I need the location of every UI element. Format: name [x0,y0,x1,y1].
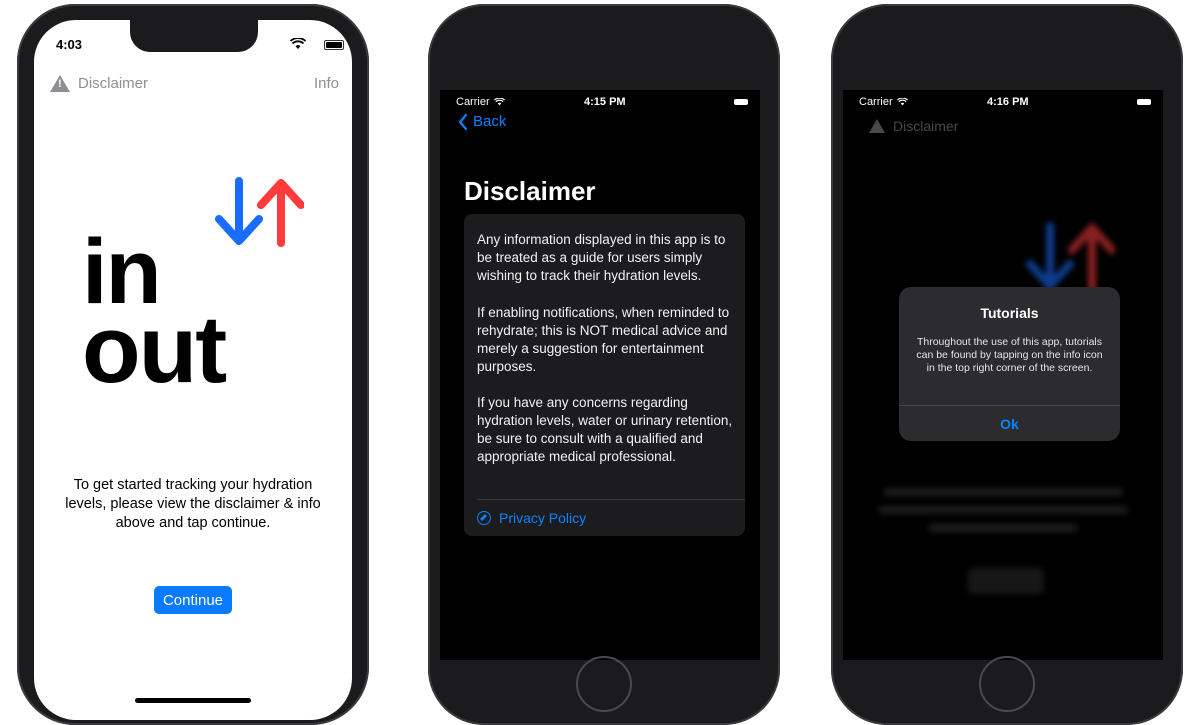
blurred-text-line [928,524,1078,532]
continue-button[interactable]: Continue [154,586,232,614]
home-button[interactable] [576,656,632,712]
divider [477,499,745,500]
page-title: Disclaimer [464,176,596,206]
info-nav-button[interactable]: Info [314,75,339,92]
down-arrow-icon [215,177,263,245]
status-time: 4:03 [56,37,83,52]
ok-button[interactable]: Ok [899,406,1120,441]
logo-arrows [1026,222,1115,292]
privacy-policy-link[interactable]: Privacy Policy [477,510,586,526]
alert-message: Throughout the use of this app, tutorial… [916,336,1103,374]
carrier-label: Carrier [456,96,490,108]
compass-icon [477,511,491,525]
chevron-left-icon [458,113,468,130]
logo-word-out: out [82,296,227,403]
home-button[interactable] [979,656,1035,712]
phone-screen-2: Carrier 4:15 PM Back Disclaimer Any info… [440,90,760,660]
wifi-icon [289,37,307,53]
wifi-icon [493,98,505,106]
warning-icon: ! [50,75,70,92]
carrier-indicator: Carrier [456,96,505,108]
tutorials-alert: Tutorials Throughout the use of this app… [899,287,1120,441]
battery-icon [324,40,344,50]
phone-screen-3: Carrier 4:16 PM Disclaimer Tutorials Thr… [843,90,1163,660]
disclaimer-nav-button[interactable]: ! Disclaimer [50,75,148,92]
back-label: Back [473,113,507,130]
notch [130,20,258,52]
disclaimer-nav-label: Disclaimer [78,75,149,92]
up-arrow-icon [257,179,304,247]
alert-title: Tutorials [980,305,1039,321]
blurred-text-line [883,488,1123,496]
phone-screen-1: 4:03 ! Disclaimer Info in out To get sta… [34,20,352,720]
onboarding-description: To get started tracking your hydration l… [65,477,321,531]
disclaimer-paragraph: If enabling notifications, when reminded… [477,305,730,374]
privacy-policy-label: Privacy Policy [499,510,587,526]
disclaimer-paragraph: If you have any concerns regarding hydra… [477,395,733,464]
blurred-continue-button [968,568,1044,594]
status-time: 4:15 PM [584,96,626,108]
blurred-text-line [878,506,1128,514]
disclaimer-paragraph: Any information displayed in this app is… [477,232,726,283]
battery-icon [734,99,748,105]
disclaimer-card: Any information displayed in this app is… [464,214,745,536]
back-button[interactable]: Back [458,113,506,130]
logo-arrows [215,177,304,247]
home-indicator[interactable] [135,698,251,703]
